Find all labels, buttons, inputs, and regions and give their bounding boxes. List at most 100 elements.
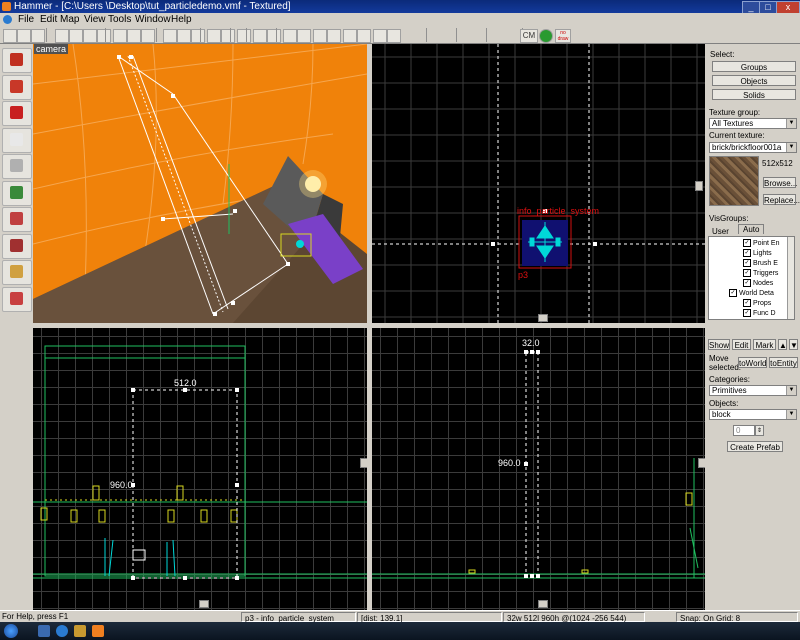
grid-icon[interactable]	[3, 29, 17, 43]
paste-icon[interactable]	[177, 29, 191, 43]
camera-tool-icon[interactable]	[2, 101, 32, 126]
scrollbar-horizontal[interactable]	[199, 600, 209, 608]
camera-viewport[interactable]: camera	[33, 44, 367, 323]
menu-view[interactable]: View	[84, 13, 106, 26]
copy-icon[interactable]	[163, 29, 177, 43]
checkbox[interactable]: ✓	[743, 269, 751, 277]
menu-map[interactable]: Map	[60, 13, 79, 26]
visgroup-item[interactable]: ✓ Lights	[743, 249, 772, 257]
current-texture-dropdown[interactable]: brick/brickfloor001a ▼	[709, 142, 797, 153]
move-down-button[interactable]: ▼	[789, 339, 798, 350]
scrollbar-vertical[interactable]	[360, 458, 367, 468]
texture-tool-icon[interactable]	[2, 180, 32, 206]
checkbox[interactable]: ✓	[729, 289, 737, 297]
block-tool-icon[interactable]	[2, 154, 32, 179]
scrollbar-horizontal[interactable]	[538, 600, 548, 608]
selection-tool-icon[interactable]	[2, 48, 32, 73]
move-up-button[interactable]: ▲	[778, 339, 787, 350]
scrollbar-vertical[interactable]	[695, 181, 703, 191]
checkbox[interactable]: ✓	[743, 299, 751, 307]
green-circle-icon[interactable]	[539, 29, 553, 43]
tab-user[interactable]: User	[712, 227, 729, 236]
group-icon[interactable]	[83, 29, 97, 43]
apply-decals-icon[interactable]	[2, 207, 32, 232]
menu-edit[interactable]: Edit	[40, 13, 57, 26]
scrollbar-vertical[interactable]	[787, 237, 794, 319]
no-draw-button[interactable]: no draw	[555, 29, 571, 43]
run-map-icon[interactable]	[357, 29, 371, 43]
chevron-down-icon[interactable]: ▼	[786, 410, 796, 419]
check-problems-icon[interactable]	[343, 29, 357, 43]
create-prefab-button[interactable]: Create Prefab	[727, 441, 783, 452]
to-world-button[interactable]: toWorld	[738, 357, 767, 368]
magnify-tool-icon[interactable]	[2, 74, 32, 100]
texture-preview[interactable]	[709, 156, 759, 206]
menu-file[interactable]: File	[18, 13, 34, 26]
snap-icon[interactable]	[191, 29, 205, 43]
texture-lock-icon[interactable]	[207, 29, 221, 43]
cubemap-button[interactable]: CM	[520, 29, 538, 43]
front-viewport[interactable]: 512.0 960.0	[33, 328, 367, 610]
undo-icon[interactable]	[55, 29, 69, 43]
checkbox[interactable]: ✓	[743, 279, 751, 287]
checkbox[interactable]: ✓	[743, 259, 751, 267]
flip-icon[interactable]	[283, 29, 297, 43]
move-icon[interactable]	[387, 29, 401, 43]
clipping-tool-icon[interactable]	[2, 260, 32, 285]
texture-icon[interactable]	[373, 29, 387, 43]
objects-dropdown[interactable]: block ▼	[709, 409, 797, 420]
menu-window[interactable]: Window	[135, 13, 171, 26]
grid-larger-icon[interactable]	[31, 29, 45, 43]
replace-button[interactable]: Replace...	[763, 194, 800, 205]
cordon-icon[interactable]	[267, 29, 281, 43]
selection-icon[interactable]	[253, 29, 267, 43]
select-objects-button[interactable]: Objects	[712, 75, 796, 86]
side-viewport[interactable]: 32.0 960.0	[372, 328, 705, 610]
mark-button[interactable]: Mark	[753, 339, 776, 350]
vertex-icon[interactable]	[297, 29, 311, 43]
cut-icon[interactable]	[141, 29, 155, 43]
visgroup-item[interactable]: ✓ Brush E	[743, 259, 778, 267]
redo-icon[interactable]	[69, 29, 83, 43]
faces-spinner[interactable]: 0	[733, 425, 755, 436]
faces-stepper[interactable]: ⇕	[755, 425, 764, 436]
unhide-icon[interactable]	[127, 29, 141, 43]
internet-explorer-icon[interactable]	[56, 625, 68, 637]
checkbox[interactable]: ✓	[743, 239, 751, 247]
show-button[interactable]: Show	[708, 339, 730, 350]
hide-icon[interactable]	[113, 29, 127, 43]
visgroup-item[interactable]: ✓ World Deta	[729, 289, 774, 297]
start-button-icon[interactable]	[4, 624, 18, 638]
to-entity-button[interactable]: toEntity	[769, 357, 798, 368]
checkbox[interactable]: ✓	[743, 249, 751, 257]
models-icon[interactable]	[313, 29, 327, 43]
texture-group-dropdown[interactable]: All Textures ▼	[709, 118, 797, 129]
grid-smaller-icon[interactable]	[17, 29, 31, 43]
top-viewport[interactable]: info_particle_system p3	[372, 44, 705, 323]
scrollbar-vertical[interactable]	[698, 458, 705, 468]
scrollbar-horizontal[interactable]	[538, 314, 548, 322]
visgroup-item[interactable]: ✓ Func D	[743, 309, 776, 317]
browse-button[interactable]: Browse...	[763, 177, 797, 188]
checkbox[interactable]: ✓	[743, 309, 751, 317]
tab-auto[interactable]: Auto	[738, 224, 765, 234]
visgroup-item[interactable]: ✓ Triggers	[743, 269, 778, 277]
edit-button[interactable]: Edit	[732, 339, 751, 350]
chevron-down-icon[interactable]: ▼	[786, 143, 796, 152]
visgroup-item[interactable]: ✓ Point En	[743, 239, 779, 247]
overlay-tool-icon[interactable]	[2, 233, 32, 259]
folder-icon[interactable]	[74, 625, 86, 637]
carve-icon[interactable]	[221, 29, 235, 43]
select-groups-button[interactable]: Groups	[712, 61, 796, 72]
visgroup-item[interactable]: ✓ Nodes	[743, 279, 773, 287]
ungroup-icon[interactable]	[97, 29, 111, 43]
toggle-3d-grid-icon[interactable]	[237, 29, 251, 43]
hammer-taskbar-icon[interactable]	[92, 625, 104, 637]
chevron-down-icon[interactable]: ▼	[786, 386, 796, 395]
menu-tools[interactable]: Tools	[108, 13, 131, 26]
menu-help[interactable]: Help	[171, 13, 192, 26]
entity-tool-icon[interactable]	[2, 127, 32, 153]
categories-dropdown[interactable]: Primitives ▼	[709, 385, 797, 396]
explorer-icon[interactable]	[38, 625, 50, 637]
entity-report-icon[interactable]	[327, 29, 341, 43]
